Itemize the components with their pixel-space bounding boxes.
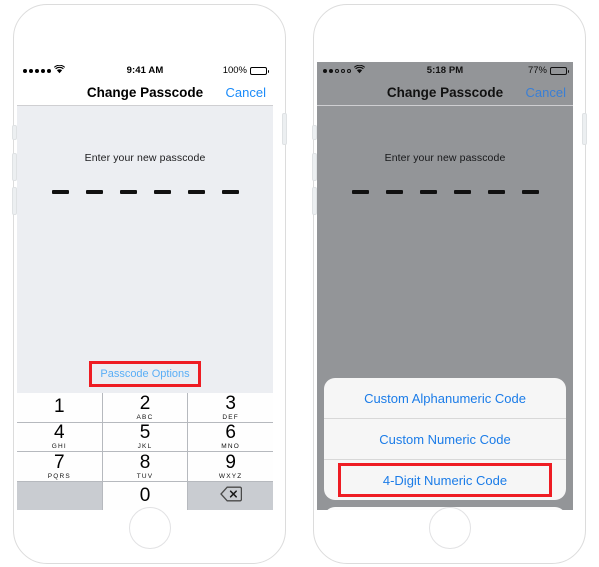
passcode-dash: [221, 190, 239, 194]
status-bar-right-group: 77%: [527, 65, 569, 76]
passcode-options-row: Passcode Options: [17, 361, 273, 387]
keypad-letters: TUV: [136, 472, 154, 480]
passcode-dash: [85, 190, 103, 194]
passcode-dash-indicators: [317, 190, 573, 194]
numeric-keypad: 1 2 ABC 3 DEF 4 GHI 5 JKL 6 MNO 7 PQRS 8…: [17, 393, 273, 510]
backspace-delete-icon: [219, 486, 242, 506]
passcode-options-action-sheet: Custom Alphanumeric Code Custom Numeric …: [324, 378, 566, 510]
cancel-button[interactable]: Cancel: [226, 85, 266, 100]
keypad-key-4[interactable]: 4 GHI: [17, 422, 102, 451]
passcode-dash: [187, 190, 205, 194]
power-button-right[interactable]: [582, 113, 587, 145]
cancel-button[interactable]: Cancel: [526, 85, 566, 100]
action-sheet-item-custom-numeric-code[interactable]: Custom Numeric Code: [324, 419, 566, 460]
action-sheet-item-custom-alphanumeric-code[interactable]: Custom Alphanumeric Code: [324, 378, 566, 419]
navigation-bar-right: Change Passcode Cancel: [317, 79, 573, 106]
status-bar-left-group: [323, 64, 366, 77]
passcode-dash: [119, 190, 137, 194]
phone-device-left: 9:41 AM 100% Change Passcode Cancel Ente…: [12, 4, 287, 564]
battery-percent-label: 100%: [222, 65, 247, 76]
keypad-digit: 3: [225, 392, 236, 414]
status-bar-left-group: [23, 64, 66, 77]
keypad-digit: 5: [139, 422, 151, 443]
passcode-entry-panel-left: Enter your new passcode Passcode Options: [17, 106, 273, 393]
passcode-prompt: Enter your new passcode: [84, 152, 206, 164]
keypad-digit: 7: [54, 451, 65, 473]
keypad-key-blank: [17, 481, 102, 510]
battery-percent-label: 77%: [527, 65, 547, 76]
keypad-letters: PQRS: [47, 472, 71, 480]
action-sheet-item-label: Custom Numeric Code: [379, 431, 511, 447]
passcode-dash: [51, 190, 69, 194]
passcode-dash: [453, 190, 471, 194]
power-button-left[interactable]: [282, 113, 287, 145]
wifi-icon: [353, 64, 366, 77]
passcode-options-button[interactable]: Passcode Options: [89, 361, 201, 387]
keypad-key-1[interactable]: 1: [17, 393, 102, 422]
keypad-key-6[interactable]: 6 MNO: [188, 422, 273, 451]
keypad-digit: 8: [139, 451, 151, 473]
action-sheet-options-group: Custom Alphanumeric Code Custom Numeric …: [324, 378, 566, 500]
passcode-dash: [419, 190, 437, 194]
keypad-digit: 9: [225, 451, 236, 473]
action-sheet-item-label: Custom Alphanumeric Code: [364, 390, 526, 406]
battery-icon: [550, 66, 569, 75]
home-button-left[interactable]: [128, 507, 171, 549]
keypad-key-0[interactable]: 0: [102, 481, 188, 510]
keypad-key-delete[interactable]: [188, 481, 273, 510]
signal-strength-icon: [323, 68, 351, 73]
passcode-dash-indicators: [17, 190, 273, 194]
keypad-key-5[interactable]: 5 JKL: [102, 422, 188, 451]
action-sheet-item-4-digit-numeric-code[interactable]: 4-Digit Numeric Code: [324, 460, 566, 500]
keypad-digit: 6: [225, 422, 236, 443]
keypad-letters: GHI: [51, 443, 67, 450]
keypad-key-7[interactable]: 7 PQRS: [17, 452, 102, 481]
keypad-key-2[interactable]: 2 ABC: [102, 392, 188, 422]
action-sheet-item-label: 4-Digit Numeric Code: [382, 472, 508, 488]
screen-left: 9:41 AM 100% Change Passcode Cancel Ente…: [17, 62, 273, 510]
keypad-digit: 0: [139, 485, 151, 507]
keypad-letters: MNO: [221, 443, 241, 450]
keypad-letters: ABC: [136, 413, 154, 421]
battery-icon: [250, 66, 269, 75]
passcode-dash: [487, 190, 505, 194]
keypad-key-3[interactable]: 3 DEF: [188, 393, 273, 422]
keypad-digit: 4: [54, 422, 65, 443]
passcode-prompt: Enter your new passcode: [384, 152, 506, 164]
keypad-key-9[interactable]: 9 WXYZ: [188, 452, 273, 481]
status-bar-left: 9:41 AM 100%: [17, 62, 273, 79]
phone-device-right: 5:18 PM 77% Change Passcode Cancel Enter…: [312, 4, 587, 564]
screenshot-stage: 9:41 AM 100% Change Passcode Cancel Ente…: [0, 0, 599, 567]
keypad-letters: JKL: [137, 443, 153, 450]
passcode-dash: [153, 190, 171, 194]
status-bar-right-group: 100%: [222, 65, 269, 76]
keypad-digit: 1: [54, 395, 65, 417]
keypad-letters: WXYZ: [218, 472, 243, 480]
keypad-digit: 2: [139, 392, 151, 414]
passcode-dash: [351, 190, 369, 194]
passcode-dash: [521, 190, 539, 194]
wifi-icon: [53, 64, 66, 77]
status-bar-right: 5:18 PM 77%: [317, 62, 573, 79]
passcode-dash: [385, 190, 403, 194]
passcode-entry-panel-right: Enter your new passcode Custom Alphanume…: [317, 106, 573, 510]
screen-right: 5:18 PM 77% Change Passcode Cancel Enter…: [317, 62, 573, 510]
home-button-right[interactable]: [428, 507, 471, 549]
keypad-letters: DEF: [222, 413, 239, 421]
signal-strength-icon: [23, 68, 51, 73]
keypad-key-8[interactable]: 8 TUV: [102, 451, 188, 481]
navigation-bar-left: Change Passcode Cancel: [17, 79, 273, 106]
